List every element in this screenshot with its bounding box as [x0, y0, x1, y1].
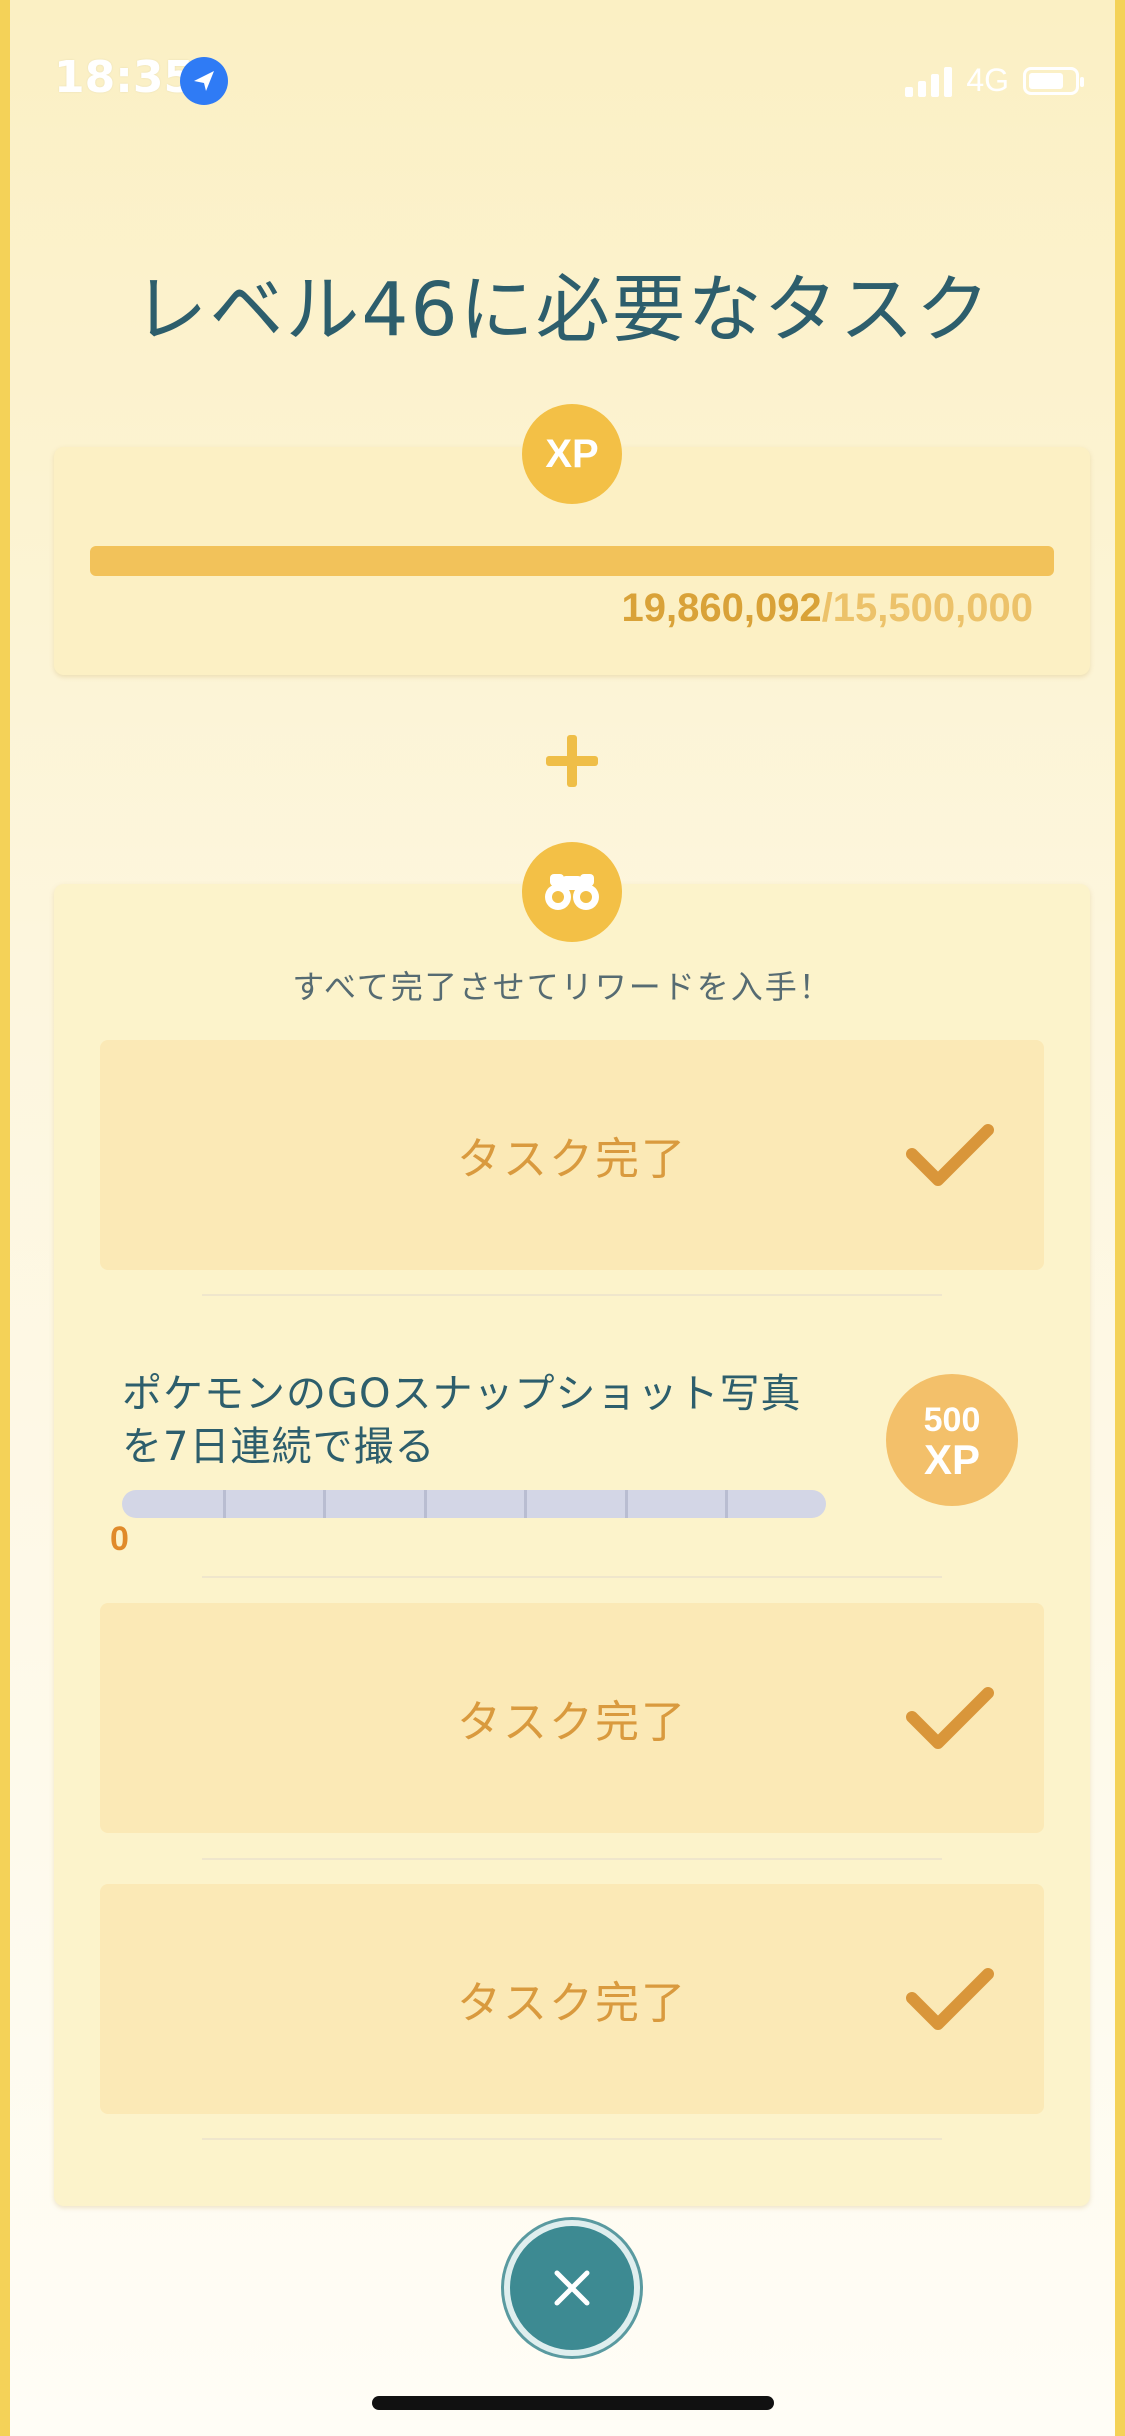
xp-readout: 19,860,092/15,500,000 [621, 586, 1033, 631]
xp-reward-badge: 500 XP [886, 1374, 1018, 1506]
status-time: 18:35 [54, 52, 195, 103]
battery-icon [1023, 66, 1084, 95]
signal-icon [905, 65, 953, 97]
network-type: 4G [966, 62, 1009, 98]
xp-total: /15,500,000 [821, 586, 1033, 630]
binoculars-icon [522, 842, 622, 942]
task-completed-3[interactable]: タスク完了 [100, 1884, 1044, 2114]
progress-segment-tick [624, 1490, 628, 1518]
progress-segment-tick [524, 1490, 528, 1518]
task-completed-label: タスク完了 [457, 1978, 687, 2029]
close-button[interactable] [504, 2220, 640, 2356]
progress-segment-tick [725, 1490, 729, 1518]
home-indicator[interactable] [372, 2396, 774, 2410]
task-completed-1[interactable]: タスク完了 [100, 1040, 1044, 1270]
divider [202, 1576, 942, 1578]
checkmark-icon [906, 1968, 994, 2030]
checkmark-icon [906, 1124, 994, 1186]
tasks-subtitle: すべて完了させてリワードを入手！ [292, 968, 833, 1006]
xp-progress-bar [90, 546, 1054, 576]
checkmark-icon [906, 1687, 994, 1749]
task-progress-bar [122, 1490, 826, 1518]
progress-segment-tick [423, 1490, 427, 1518]
plus-icon [546, 735, 598, 787]
task-progress-value: 0 [110, 1520, 129, 1558]
progress-segment-tick [323, 1490, 327, 1518]
task-description: ポケモンのGOスナップショット写真を7日連続で撮る [122, 1371, 802, 1470]
xp-badge-icon: XP [522, 404, 622, 504]
reward-amount: 500 [923, 1401, 981, 1439]
close-icon [554, 2270, 590, 2306]
page-title: レベル46に必要なタスク [133, 267, 992, 353]
progress-segment-tick [222, 1490, 226, 1518]
screen: 18:35 4G レベル46に必要なタスク XP 19,860,092/15,5… [0, 0, 1125, 2436]
divider [202, 1858, 942, 1860]
xp-current: 19,860,092 [621, 586, 822, 630]
divider [202, 1294, 942, 1296]
status-right: 4G [905, 62, 1084, 99]
task-completed-label: タスク完了 [457, 1697, 687, 1748]
task-completed-label: タスク完了 [457, 1134, 687, 1185]
divider [202, 2138, 942, 2140]
location-arrow-icon [180, 57, 228, 105]
reward-unit: XP [923, 1436, 981, 1483]
task-completed-2[interactable]: タスク完了 [100, 1603, 1044, 1833]
